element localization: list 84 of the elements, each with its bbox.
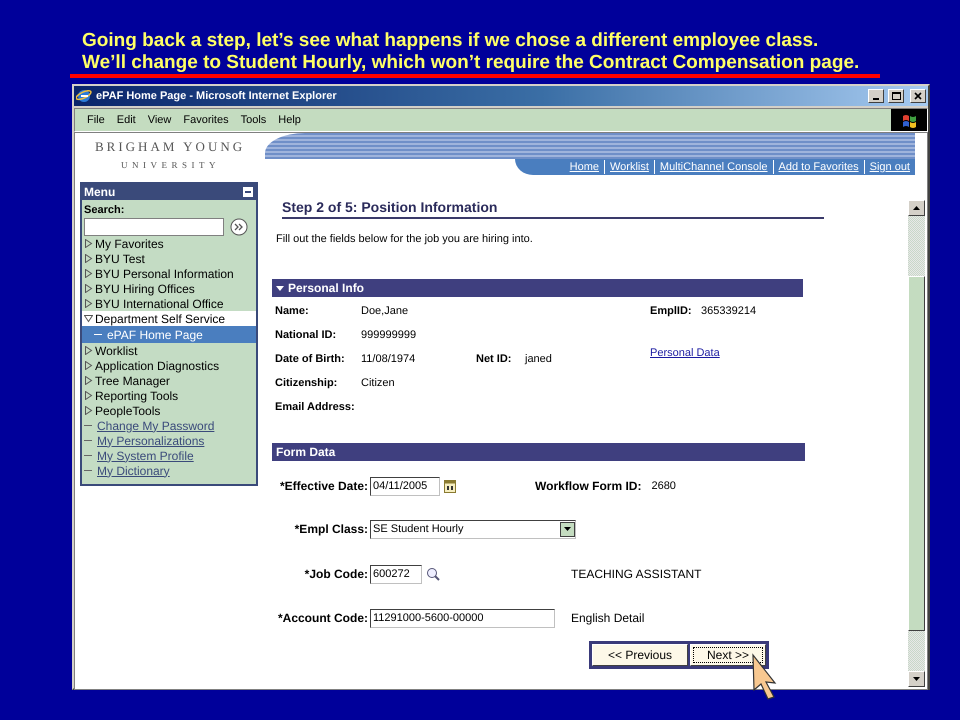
field-label: *Empl Class: — [294, 522, 369, 536]
windows-flag-icon — [891, 109, 927, 131]
field-label: *Job Code: — [304, 567, 369, 581]
section-header: Form Data — [272, 443, 805, 461]
maximize-button[interactable] — [888, 89, 904, 103]
page-heading: Step 2 of 5: Position Information — [282, 199, 824, 219]
menu-item[interactable]: View — [142, 114, 178, 126]
dropdown-arrow-icon — [564, 527, 571, 531]
field-label: Name: — [275, 305, 310, 317]
field-label: *Effective Date: — [278, 479, 369, 493]
slide-caption: Going back a step, let’s see what happens if we chose a different employee class. We’ll change to Student Hourly, which won’t require the Contract Compensation page. — [82, 30, 860, 74]
menu-item[interactable]: My Dictionary — [82, 463, 256, 478]
menu-title: Menu — [84, 185, 116, 199]
menu-item[interactable]: BYU International Office — [82, 296, 256, 311]
menu-item[interactable]: Application Diagnostics — [82, 358, 256, 373]
nav-button[interactable]: Next >> — [690, 644, 766, 666]
close-button[interactable] — [910, 89, 926, 103]
menu-item[interactable]: Favorites — [177, 114, 235, 126]
job-description: TEACHING ASSISTANT — [571, 567, 702, 581]
window-title: ePAF Home Page - Microsoft Internet Explorer — [96, 90, 338, 102]
instructions-text: Fill out the fields below for the job you are hiring into. — [276, 233, 534, 245]
field-label: Date of Birth: — [275, 353, 346, 365]
date-field[interactable]: 04/11/2005 — [370, 476, 440, 496]
menu-item[interactable]: My System Profile — [82, 448, 256, 463]
empl-class-dropdown[interactable]: SE Student Hourly — [370, 520, 576, 538]
scrollbar-thumb[interactable] — [908, 276, 925, 631]
menu-item[interactable]: My Personalizations — [82, 433, 256, 448]
menu-item[interactable]: Edit — [110, 114, 142, 126]
nav-button[interactable]: << Previous — [592, 644, 688, 666]
field-value: janed — [525, 353, 553, 365]
account-description: English Detail — [571, 611, 644, 625]
menu-item[interactable]: BYU Test — [82, 251, 256, 266]
menu-item[interactable]: Tree Manager — [82, 373, 256, 388]
field-label: Net ID: — [476, 353, 512, 365]
minimize-button[interactable] — [868, 89, 884, 103]
field-value: 11/08/1974 — [361, 353, 416, 365]
menu-item[interactable]: ePAF Home Page — [82, 326, 256, 343]
field-label: National ID: — [275, 329, 338, 341]
scroll-up-button[interactable] — [908, 200, 925, 216]
menu-item[interactable]: PeopleTools — [82, 403, 256, 418]
field-label: Email Address: — [275, 401, 356, 413]
menu-item[interactable]: Reporting Tools — [82, 388, 256, 403]
menu-item[interactable]: My Favorites — [82, 236, 256, 251]
account-code-field[interactable]: 11291000-5600-00000 — [370, 608, 555, 628]
scroll-down-button[interactable] — [908, 671, 925, 687]
nav-link[interactable]: Worklist — [604, 160, 654, 174]
menu-item[interactable]: Department Self Service — [82, 311, 256, 326]
menu-item[interactable]: Change My Password — [82, 418, 256, 433]
close-icon — [914, 92, 922, 100]
menu-item[interactable]: Worklist — [82, 343, 256, 358]
field-value: 2680 — [651, 480, 676, 492]
down-arrow-icon — [913, 677, 920, 681]
field-value: Doe,Jane — [361, 305, 410, 317]
job-code-field[interactable]: 600272 — [370, 564, 422, 584]
field-value: Citizen — [361, 377, 396, 389]
menu-item[interactable]: File — [81, 114, 111, 126]
menu-item[interactable]: BYU Personal Information — [82, 266, 256, 281]
calendar-icon[interactable] — [444, 479, 456, 493]
browser-icon — [76, 88, 92, 104]
nav-link[interactable]: Home — [564, 160, 604, 174]
logo-text: BRIGHAM YOUNG — [95, 139, 246, 155]
field-value: 999999999 — [361, 329, 418, 341]
go-button[interactable] — [230, 218, 248, 236]
field-label: *Account Code: — [277, 611, 369, 625]
search-icon[interactable] — [426, 567, 440, 581]
field-label: EmplID: — [650, 305, 693, 317]
nav-link[interactable]: Sign out — [864, 160, 915, 174]
field-label: Citizenship: — [275, 377, 338, 389]
menu-item[interactable]: BYU Hiring Offices — [82, 281, 256, 296]
nav-link[interactable]: MultiChannel Console — [654, 160, 773, 174]
menu-item[interactable]: Help — [272, 114, 307, 126]
personal-data-link[interactable]: Personal Data — [650, 347, 801, 359]
expanded-triangle-icon[interactable] — [276, 284, 284, 292]
maximize-icon — [892, 92, 900, 100]
search-field[interactable] — [84, 218, 224, 236]
logo-text: UNIVERSITY — [121, 160, 220, 170]
field-value: 365339214 — [701, 305, 758, 317]
search-label: Search: — [84, 204, 126, 216]
up-arrow-icon — [913, 206, 920, 210]
collapse-icon[interactable] — [242, 186, 254, 198]
field-label: Workflow Form ID: — [535, 479, 642, 493]
menu-item[interactable]: Tools — [234, 114, 272, 126]
nav-link[interactable]: Add to Favorites — [772, 160, 864, 174]
section-header: Personal Info — [272, 279, 803, 297]
